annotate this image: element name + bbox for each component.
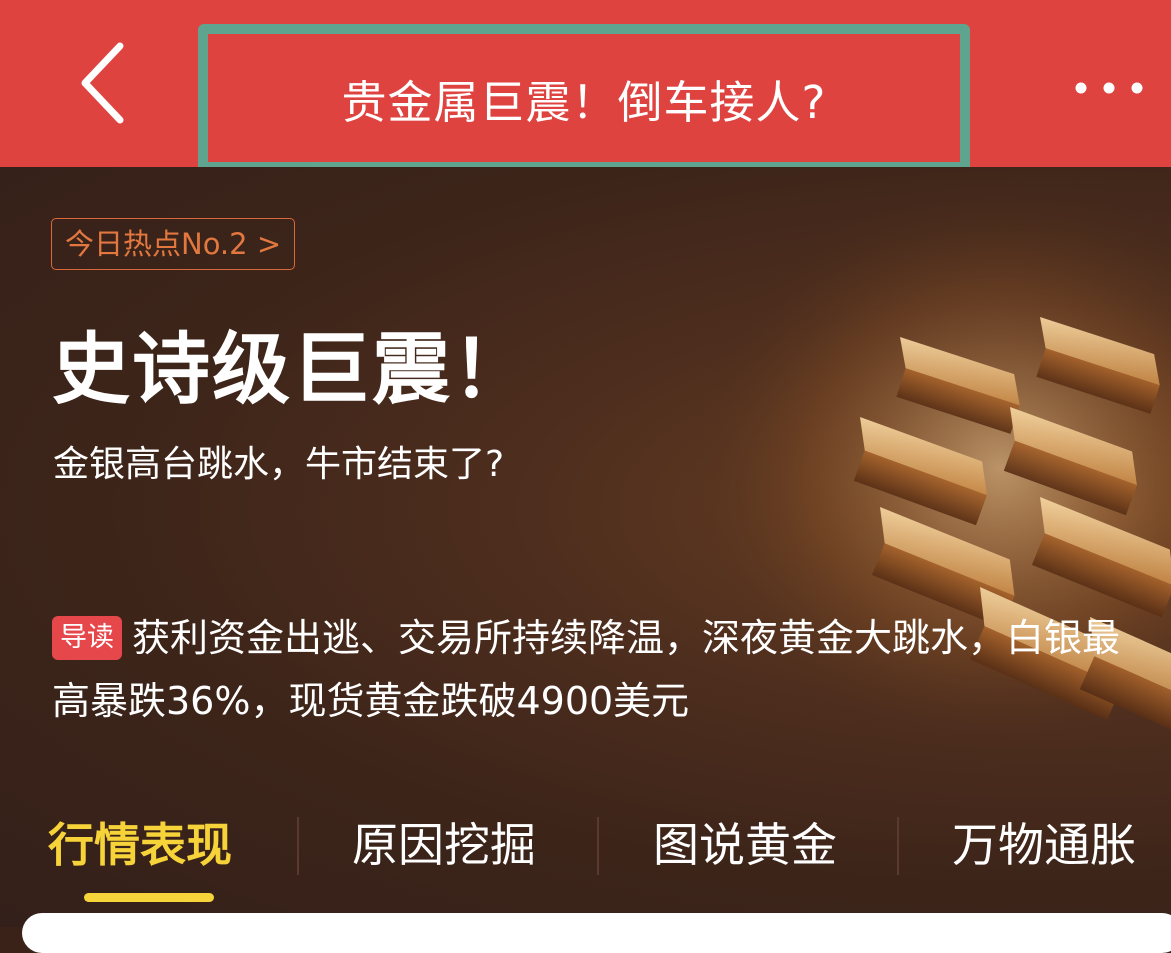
tab-divider <box>597 817 599 875</box>
more-horizontal-icon <box>1075 82 1143 94</box>
lead-paragraph: 导读 获利资金出逃、交易所持续降温，深夜黄金大跳水，白银最高暴跌36%，现货黄金跌… <box>52 607 1132 733</box>
back-button[interactable] <box>58 38 148 128</box>
section-tabs: 行情表现 原因挖掘 图说黄金 万物通胀 <box>0 797 1171 902</box>
active-tab-indicator <box>84 893 214 902</box>
hero-banner: 今日热点No.2 > 史诗级巨震！ 金银高台跳水，牛市结束了? 导读 获利资金出逃… <box>0 167 1171 927</box>
tab-gold-charts[interactable]: 图说黄金 <box>653 809 837 875</box>
page-title-text: 贵金属巨震！倒车接人? <box>341 75 827 129</box>
lead-text: 获利资金出逃、交易所持续降温，深夜黄金大跳水，白银最高暴跌36%，现货黄金跌破4… <box>52 616 1121 723</box>
hero-subheadline: 金银高台跳水，牛市结束了? <box>53 444 505 485</box>
chevron-left-icon <box>81 42 124 124</box>
hot-topic-tag[interactable]: 今日热点No.2 > <box>51 218 296 270</box>
top-nav-bar: 贵金属巨震！倒车接人? <box>0 0 1171 172</box>
tab-inflation[interactable]: 万物通胀 <box>952 809 1136 875</box>
lead-badge: 导读 <box>52 616 122 660</box>
tab-market-performance[interactable]: 行情表现 <box>48 809 232 875</box>
tab-divider <box>897 817 899 875</box>
tab-cause-analysis[interactable]: 原因挖掘 <box>352 809 536 875</box>
more-button[interactable] <box>1064 60 1154 116</box>
content-card-top <box>22 913 1171 953</box>
tab-divider <box>297 817 299 875</box>
page-title: 贵金属巨震！倒车接人? <box>198 24 970 172</box>
hero-headline: 史诗级巨震！ <box>52 325 533 415</box>
